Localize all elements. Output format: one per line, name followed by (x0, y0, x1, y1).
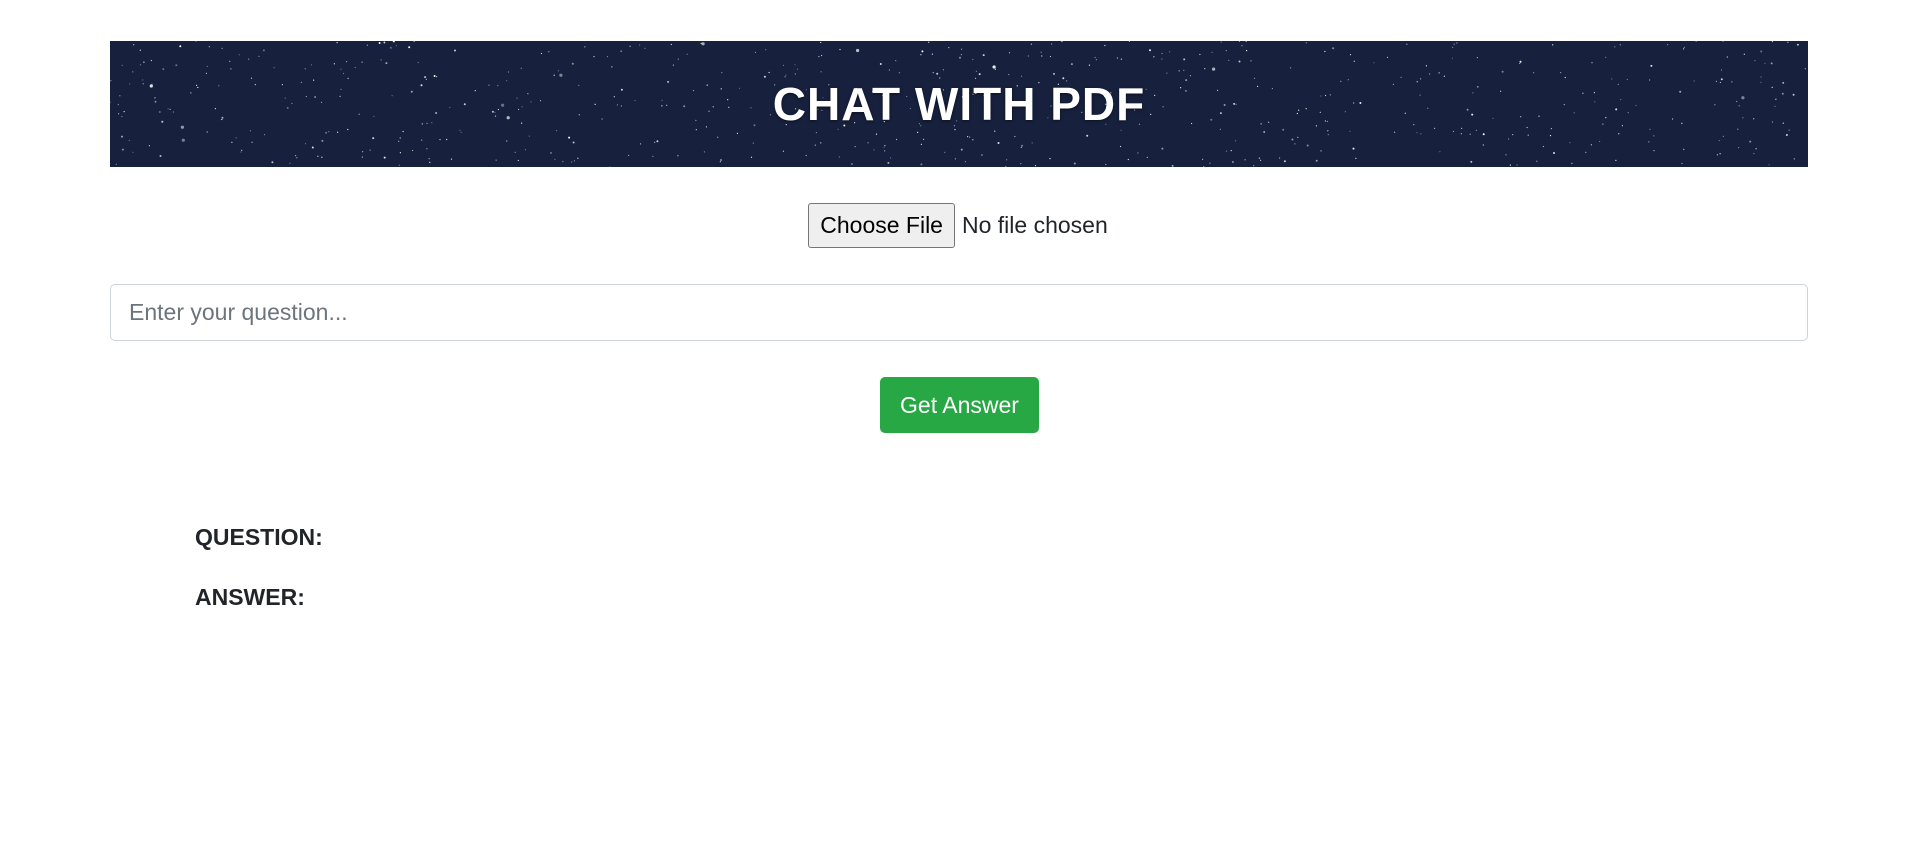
file-upload-row: Choose File No file chosen (0, 203, 1919, 248)
header-banner: CHAT WITH PDF (110, 41, 1808, 167)
file-upload: Choose File No file chosen (808, 203, 1108, 248)
submit-row: Get Answer (0, 377, 1919, 433)
choose-file-button[interactable]: Choose File (808, 203, 955, 248)
answer-label: ANSWER: (195, 584, 305, 610)
file-status-text: No file chosen (961, 212, 1108, 238)
page-title: CHAT WITH PDF (772, 78, 1146, 130)
question-input[interactable] (110, 284, 1808, 341)
page: CHAT WITH PDF Choose File No file chosen… (0, 0, 1919, 843)
question-label: QUESTION: (195, 524, 323, 550)
get-answer-button[interactable]: Get Answer (880, 377, 1039, 433)
